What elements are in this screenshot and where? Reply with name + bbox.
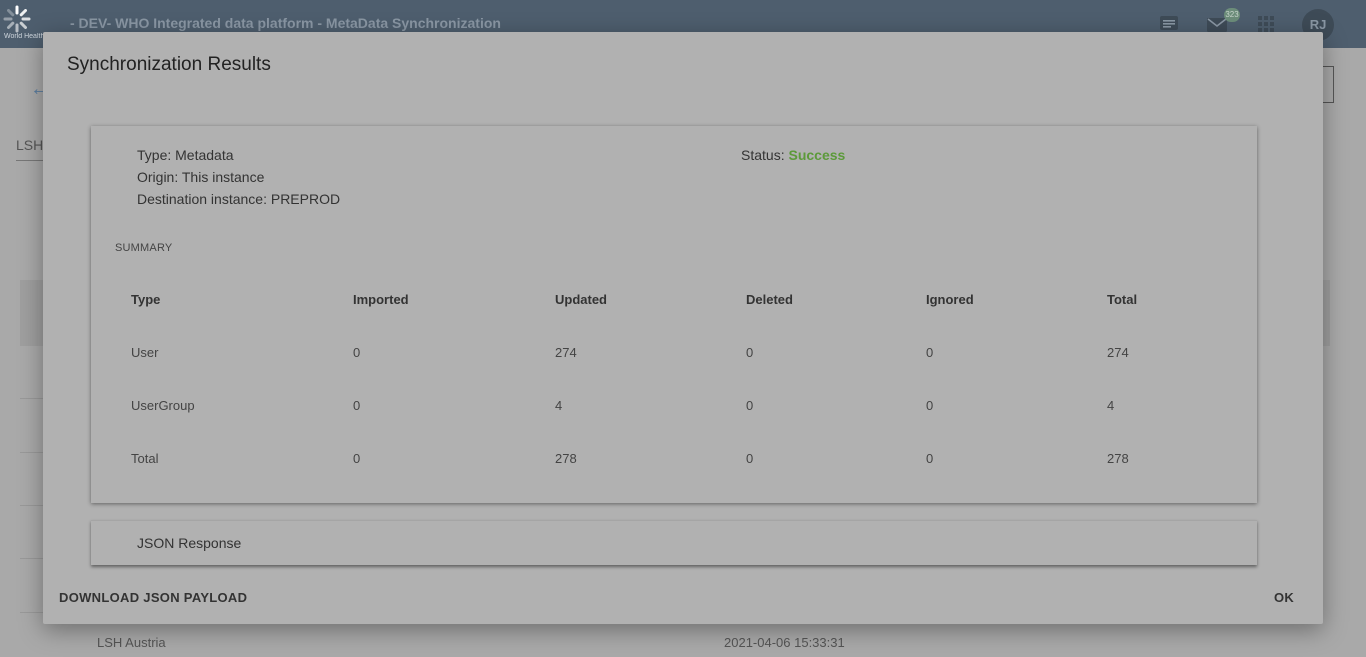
table-row: Total 0 278 0 0 278 [131, 451, 1241, 504]
table-cell: 0 [746, 451, 754, 466]
table-cell: UserGroup [131, 398, 195, 413]
app-title: - DEV- WHO Integrated data platform - Me… [70, 15, 501, 31]
table-cell: 0 [926, 398, 934, 413]
table-header-row: Type Imported Updated Deleted Ignored To… [131, 292, 1241, 345]
summary-label: SUMMARY [115, 242, 173, 254]
loading-spinner-icon [3, 5, 31, 33]
background-toolbar-button[interactable] [1322, 66, 1334, 103]
background-row-name: LSH Austria [97, 635, 166, 650]
background-filter-label: LSH [16, 137, 44, 153]
status-label: Status: [741, 147, 785, 163]
table-cell: 278 [555, 451, 577, 466]
logo-text: World Health Organization [4, 33, 44, 40]
sync-results-dialog: Synchronization Results Type: Metadata O… [43, 32, 1323, 624]
column-header: Deleted [746, 292, 793, 307]
table-cell: Total [131, 451, 159, 466]
background-table-divider [20, 612, 44, 613]
results-card: Type: Metadata Origin: This instance Des… [91, 126, 1257, 503]
table-row: UserGroup 0 4 0 0 4 [131, 398, 1241, 451]
background-table-divider [20, 558, 44, 559]
app-logo[interactable]: World Health Organization [0, 0, 46, 48]
json-response-label: JSON Response [137, 535, 242, 551]
table-cell: 0 [353, 345, 361, 360]
table-cell: 0 [353, 451, 361, 466]
table-cell: 278 [1107, 451, 1129, 466]
status-value: Success [788, 147, 846, 163]
download-json-payload-button[interactable]: DOWNLOAD JSON PAYLOAD [59, 590, 247, 605]
table-cell: 4 [1107, 398, 1115, 413]
table-cell: 0 [353, 398, 361, 413]
table-cell: 0 [926, 451, 934, 466]
background-table-divider [20, 398, 44, 399]
background-filter-underline [16, 160, 44, 161]
table-cell: 0 [746, 398, 754, 413]
chat-icon[interactable] [1158, 14, 1180, 34]
column-header: Imported [353, 292, 409, 307]
background-row-timestamp: 2021-04-06 15:33:31 [724, 635, 845, 650]
table-cell: 0 [926, 345, 934, 360]
column-header: Updated [555, 292, 607, 307]
background-table-divider [20, 505, 44, 506]
type-line: Type: Metadata [137, 147, 234, 163]
background-table-divider [20, 452, 44, 453]
json-response-panel[interactable]: JSON Response [91, 520, 1257, 565]
table-cell: User [131, 345, 159, 360]
table-cell: 274 [1107, 345, 1129, 360]
column-header: Ignored [926, 292, 974, 307]
summary-table: Type Imported Updated Deleted Ignored To… [131, 292, 1241, 504]
status-line: Status: Success [741, 147, 845, 163]
ok-button[interactable]: OK [1274, 590, 1294, 605]
table-row: User 0 274 0 0 274 [131, 345, 1241, 398]
column-header: Total [1107, 292, 1138, 307]
table-cell: 0 [746, 345, 754, 360]
apps-grid-icon[interactable] [1255, 14, 1277, 34]
origin-line: Origin: This instance [137, 169, 265, 185]
destination-line: Destination instance: PREPROD [137, 191, 341, 207]
dialog-title: Synchronization Results [67, 54, 271, 75]
messages-badge: 323 [1224, 8, 1240, 22]
table-cell: 274 [555, 345, 577, 360]
table-cell: 4 [555, 398, 563, 413]
column-header: Type [131, 292, 161, 307]
